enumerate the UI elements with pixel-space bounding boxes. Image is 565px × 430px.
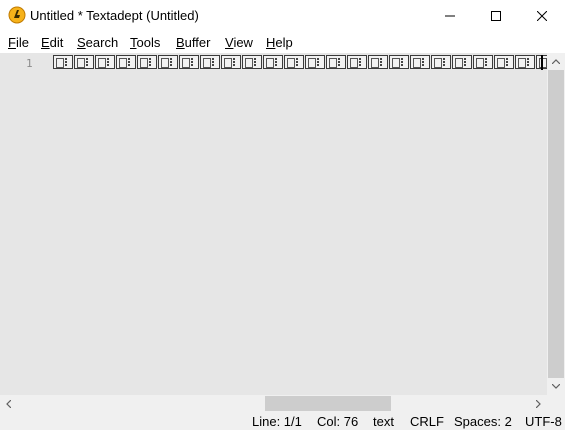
missing-glyph-box-icon [452,55,472,69]
scroll-left-button[interactable] [0,395,17,412]
missing-glyph-box-icon [305,55,325,69]
missing-glyph-box-icon [515,55,535,69]
window-title: Untitled * Textadept (Untitled) [30,8,199,23]
horizontal-scroll-thumb[interactable] [265,396,391,411]
menu-view[interactable]: View [225,35,253,50]
horizontal-scrollbar[interactable] [0,395,547,412]
status-column[interactable]: Col: 76 [317,414,358,429]
missing-glyph-box-icon [221,55,241,69]
missing-glyph-box-icon [326,55,346,69]
maximize-icon [491,10,501,21]
missing-glyph-box-icon [389,55,409,69]
status-line[interactable]: Line: 1/1 [252,414,302,429]
missing-glyph-box-icon [74,55,94,69]
missing-glyph-box-icon [494,55,514,69]
status-line-ending[interactable]: CRLF [410,414,444,429]
missing-glyph-box-icon [53,55,73,69]
missing-glyph-box-icon [116,55,136,69]
textadept-app-icon[interactable] [8,6,26,24]
close-icon [537,10,547,21]
missing-glyph-box-icon [95,55,115,69]
missing-glyph-box-icon [473,55,493,69]
arrow-right-icon [536,399,541,408]
missing-glyph-box-icon [242,55,262,69]
status-encoding[interactable]: UTF-8 [525,414,562,429]
minimize-icon [445,15,455,16]
missing-glyph-box-icon [158,55,178,69]
status-indentation[interactable]: Spaces: 2 [454,414,512,429]
arrow-up-icon [552,59,560,64]
title-bar[interactable]: Untitled * Textadept (Untitled) [0,0,565,31]
line-number: 1 [26,57,33,70]
close-button[interactable] [519,0,565,31]
menu-search[interactable]: Search [77,35,118,50]
missing-glyph-box-icon [347,55,367,69]
menu-help[interactable]: Help [266,35,293,50]
menu-file[interactable]: File [8,35,29,50]
editor-view[interactable]: 1 [0,53,556,395]
code-line[interactable] [53,55,557,70]
missing-glyph-box-icon [200,55,220,69]
arrow-left-icon [6,399,11,408]
maximize-button[interactable] [473,0,519,31]
arrow-down-icon [552,384,560,389]
text-caret [541,55,543,70]
vertical-scrollbar[interactable] [547,53,565,395]
missing-glyph-box-icon [137,55,157,69]
missing-glyph-box-icon [284,55,304,69]
missing-glyph-box-icon [179,55,199,69]
vertical-scroll-thumb[interactable] [548,70,564,378]
menu-edit[interactable]: Edit [41,35,63,50]
menu-bar: File Edit Search Tools Buffer View Help [0,31,565,53]
menu-buffer[interactable]: Buffer [176,35,210,50]
status-lexer[interactable]: text [373,414,394,429]
scrollbar-corner [547,395,565,412]
menu-tools[interactable]: Tools [130,35,160,50]
line-number-gutter[interactable]: 1 [0,53,50,395]
minimize-button[interactable] [427,0,473,31]
scroll-up-button[interactable] [547,53,565,70]
missing-glyph-box-icon [431,55,451,69]
scroll-right-button[interactable] [530,395,547,412]
missing-glyph-box-icon [263,55,283,69]
missing-glyph-box-icon [410,55,430,69]
scroll-down-button[interactable] [547,378,565,395]
status-bar: Line: 1/1 Col: 76 text CRLF Spaces: 2 UT… [0,412,565,430]
missing-glyph-box-icon [368,55,388,69]
